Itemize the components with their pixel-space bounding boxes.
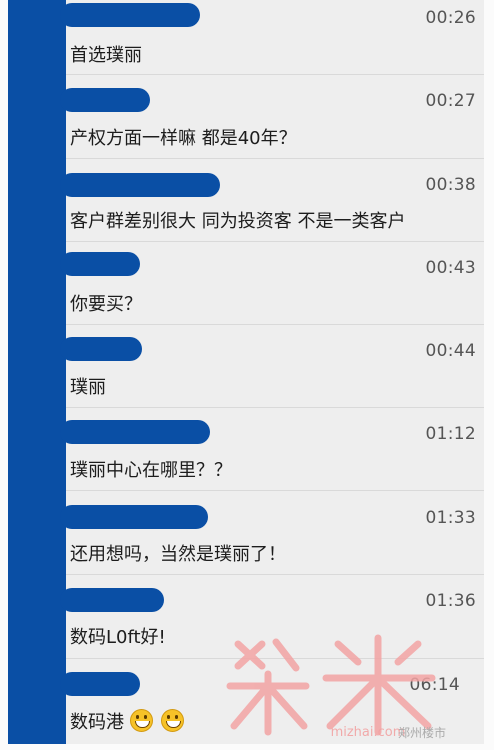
message-time: 00:44 — [425, 341, 476, 361]
message-divider — [66, 324, 484, 325]
grinning-emoji-icon — [161, 709, 184, 732]
redacted-sender-name — [60, 505, 208, 529]
message-time: 00:43 — [425, 258, 476, 278]
message-text: 产权方面一样嘛 都是40年？ — [70, 128, 297, 149]
redacted-sender-name — [60, 337, 142, 361]
message-time: 00:38 — [425, 175, 476, 195]
message-time: 00:26 — [425, 8, 476, 28]
message-text: 客户群差别很大 同为投资客 不是一类客户 — [70, 211, 406, 232]
message-divider — [66, 658, 484, 659]
redacted-sender-name — [60, 173, 220, 197]
message-time: 01:36 — [425, 591, 476, 611]
redacted-sender-name — [60, 88, 150, 112]
message-divider — [66, 158, 484, 159]
message-text: 首选璞丽 — [70, 45, 142, 66]
redacted-avatar-column — [8, 0, 66, 744]
message-text: 还用想吗，当然是璞丽了！ — [70, 544, 286, 565]
message-divider — [66, 241, 484, 242]
message-divider — [66, 490, 484, 491]
message-time: 06:14 — [409, 675, 460, 695]
message-time: 01:12 — [425, 424, 476, 444]
message-text: 璞丽 — [70, 377, 106, 398]
message-text: 璞丽中心在哪里？？ — [70, 460, 232, 481]
message-text: 你要买？ — [70, 294, 142, 315]
message-divider — [66, 574, 484, 575]
message-text: 数码L0ft好! — [70, 627, 166, 648]
message-text: 数码港 — [70, 708, 184, 734]
message-time: 01:33 — [425, 508, 476, 528]
redacted-sender-name — [60, 420, 210, 444]
redacted-sender-name — [60, 588, 164, 612]
redacted-sender-name — [60, 252, 140, 276]
grinning-emoji-icon — [130, 709, 153, 732]
message-divider — [66, 74, 484, 75]
wechat-source-caption: 郑州楼市 — [398, 724, 446, 741]
message-text-content: 数码港 — [70, 712, 124, 733]
message-divider — [66, 407, 484, 408]
watermark-caption: 郑州楼市 — [398, 726, 447, 740]
redacted-sender-name — [60, 3, 200, 27]
screenshot-frame: 00:26 首选璞丽 00:27 产权方面一样嘛 都是40年？ 00:38 客户… — [0, 0, 494, 750]
redacted-sender-name — [60, 672, 140, 696]
message-time: 00:27 — [425, 91, 476, 111]
